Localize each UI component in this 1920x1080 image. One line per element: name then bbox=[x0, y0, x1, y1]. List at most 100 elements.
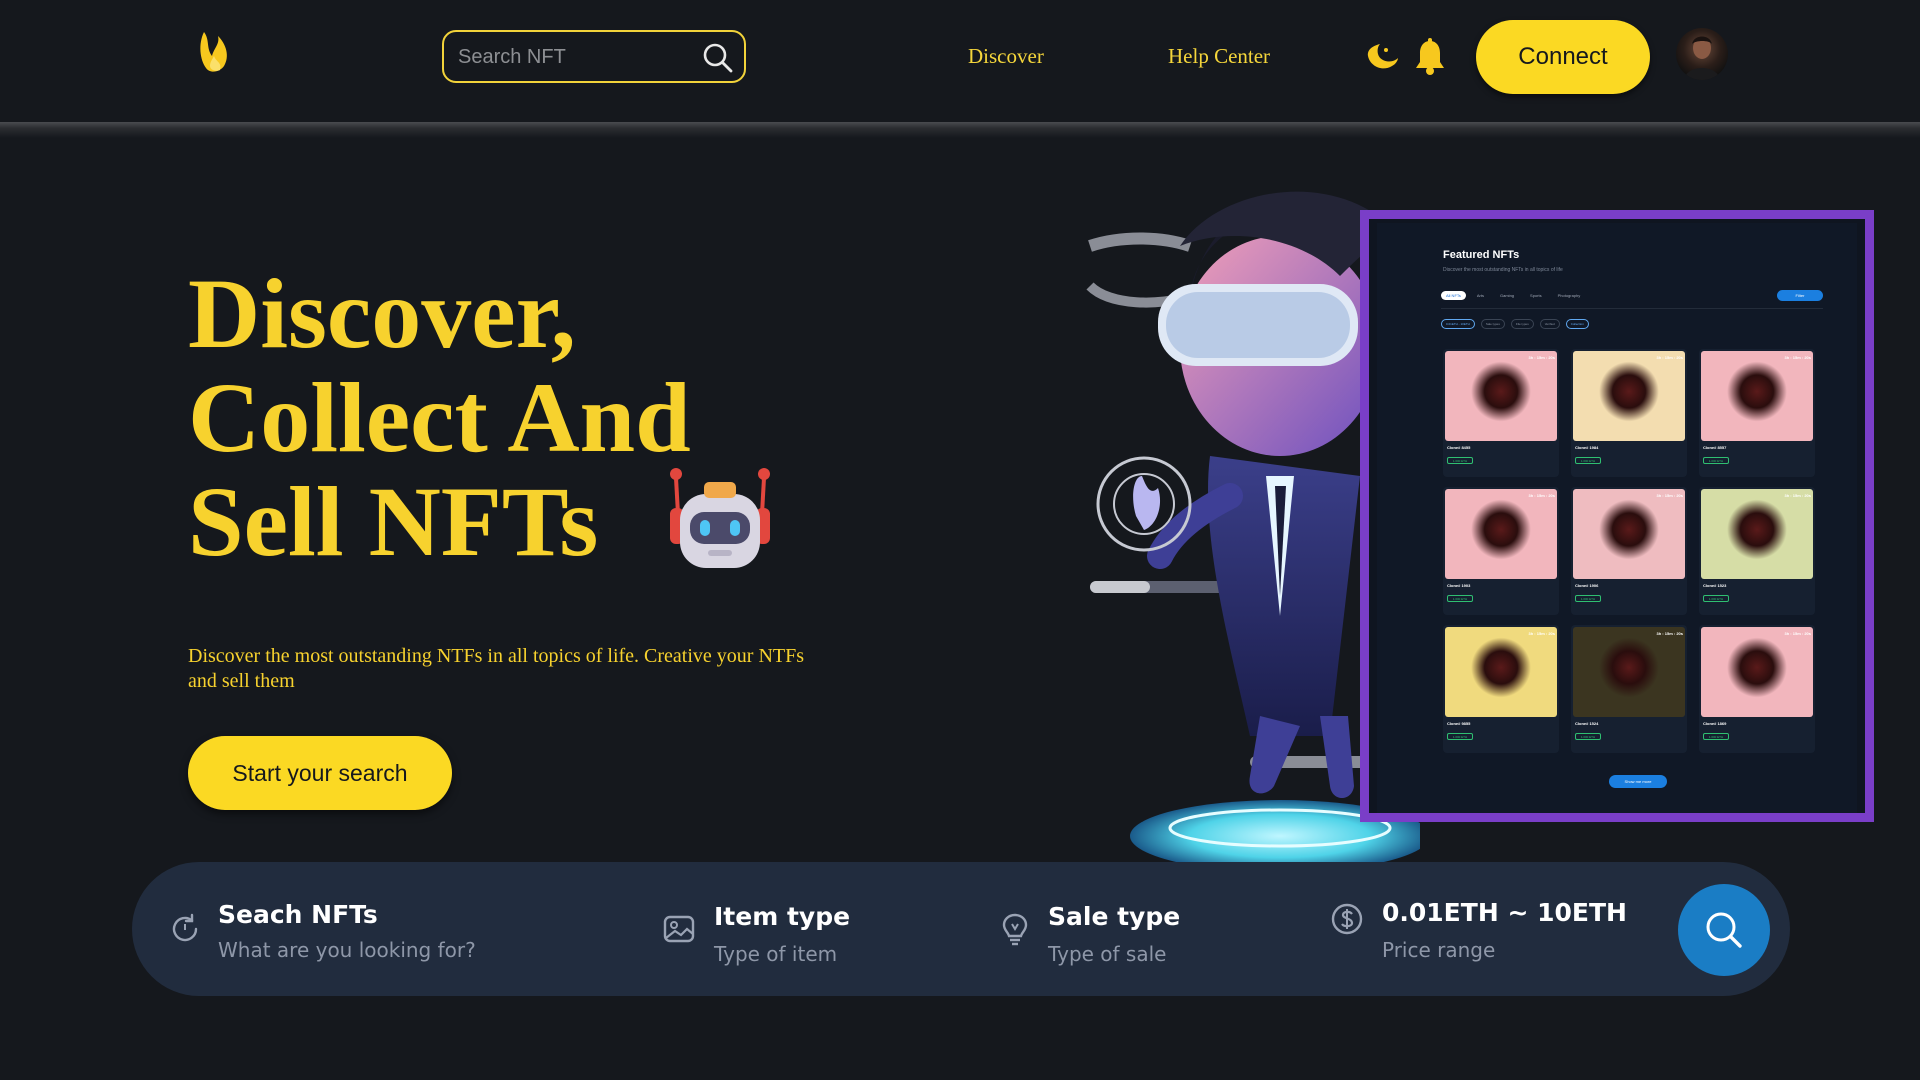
nft-name: Clone# 9855 bbox=[1447, 721, 1471, 726]
nft-name: Clone# 8557 bbox=[1703, 445, 1727, 450]
preview-tab-arts[interactable]: Arts bbox=[1472, 291, 1489, 300]
preview-tab-gaming[interactable]: Gaming bbox=[1495, 291, 1519, 300]
preview-chip-price[interactable]: 0.01ETH - 10ETH bbox=[1441, 319, 1475, 329]
search-icon bbox=[1706, 912, 1742, 948]
preview-title: Featured NFTs bbox=[1443, 249, 1520, 261]
refresh-icon bbox=[172, 913, 198, 942]
nft-countdown: 3h : 15m : 20s bbox=[1784, 355, 1811, 360]
search-nfts-field[interactable]: Seach NFTs What are you looking for? bbox=[168, 862, 608, 996]
preview-nft-card[interactable]: 3h : 15m : 20s Clone# 1906 1.000 ETH bbox=[1571, 487, 1687, 615]
preview-chip-sale[interactable]: Sale types bbox=[1480, 319, 1505, 329]
nft-price: 1.000 ETH bbox=[1575, 457, 1601, 464]
robot-emoji-icon bbox=[670, 468, 770, 568]
nft-price: 1.000 ETH bbox=[1703, 595, 1729, 602]
nft-countdown: 3h : 15m : 20s bbox=[1784, 493, 1811, 498]
preview-nft-grid: 3h : 15m : 20s Clone# 8455 1.000 ETH 3h : 1… bbox=[1443, 349, 1823, 753]
nft-countdown: 3h : 15m : 20s bbox=[1528, 355, 1555, 360]
nft-name: Clone# 1903 bbox=[1447, 583, 1471, 588]
nav-search-box bbox=[442, 30, 746, 83]
search-nfts-hint: What are you looking for? bbox=[218, 938, 476, 962]
nft-name: Clone# 1984 bbox=[1575, 445, 1599, 450]
preview-divider bbox=[1441, 308, 1823, 309]
preview-page: Featured NFTs Discover the most outstand… bbox=[1377, 223, 1857, 813]
preview-filter-button[interactable]: Filter bbox=[1777, 290, 1823, 301]
nft-name: Clone# 1524 bbox=[1575, 721, 1599, 726]
navbar-shadow bbox=[0, 122, 1920, 138]
nft-price: 1.000 ETH bbox=[1703, 733, 1729, 740]
connect-button[interactable]: Connect bbox=[1476, 20, 1650, 94]
image-icon bbox=[663, 915, 695, 943]
search-nfts-label: Seach NFTs bbox=[218, 900, 378, 929]
preview-show-more-button[interactable]: Show me more bbox=[1609, 775, 1667, 788]
item-type-label: Item type bbox=[714, 902, 851, 931]
nft-price: 1.000 ETH bbox=[1447, 733, 1473, 740]
sale-type-hint: Type of sale bbox=[1048, 942, 1167, 966]
nft-image bbox=[1445, 351, 1557, 441]
preview-subtitle: Discover the most outstanding NFTs in al… bbox=[1443, 267, 1563, 273]
price-range-field[interactable]: 0.01ETH ~ 10ETH Price range bbox=[1330, 862, 1670, 996]
nft-name: Clone# 1869 bbox=[1703, 721, 1727, 726]
price-range-label: 0.01ETH ~ 10ETH bbox=[1382, 898, 1627, 927]
start-search-button[interactable]: Start your search bbox=[188, 736, 452, 810]
nft-countdown: 3h : 15m : 20s bbox=[1656, 355, 1683, 360]
preview-nft-card[interactable]: 3h : 15m : 20s Clone# 1523 1.000 ETH bbox=[1699, 487, 1815, 615]
preview-chip-verified[interactable]: Verified bbox=[1539, 319, 1560, 329]
nft-countdown: 3h : 15m : 20s bbox=[1528, 493, 1555, 498]
nft-price: 1.000 ETH bbox=[1575, 733, 1601, 740]
nft-image bbox=[1701, 351, 1813, 441]
hero-title-line-2: Collect And bbox=[188, 362, 691, 473]
flame-logo-icon[interactable] bbox=[196, 26, 236, 76]
nft-countdown: 3h : 15m : 20s bbox=[1656, 631, 1683, 636]
nft-price: 1.000 ETH bbox=[1575, 595, 1601, 602]
nft-name: Clone# 1906 bbox=[1575, 583, 1599, 588]
preview-nft-card[interactable]: 3h : 15m : 20s Clone# 1524 1.000 ETH bbox=[1571, 625, 1687, 753]
nft-image bbox=[1573, 351, 1685, 441]
preview-nft-card[interactable]: 3h : 15m : 20s Clone# 1903 1.000 ETH bbox=[1443, 487, 1559, 615]
nft-image bbox=[1445, 489, 1557, 579]
preview-filter-chips: 0.01ETH - 10ETH Sale types File types Ve… bbox=[1441, 319, 1589, 329]
nft-image bbox=[1573, 489, 1685, 579]
bell-icon[interactable] bbox=[1414, 38, 1446, 76]
panel-search-button[interactable] bbox=[1678, 884, 1770, 976]
hero-description: Discover the most outstanding NTFs in al… bbox=[188, 645, 805, 692]
preview-chip-file[interactable]: File types bbox=[1510, 319, 1534, 329]
nft-image bbox=[1701, 627, 1813, 717]
nav-search-input[interactable] bbox=[458, 42, 688, 72]
nft-price: 1.000 ETH bbox=[1447, 457, 1473, 464]
preview-tab-all[interactable]: All NFTs bbox=[1441, 291, 1466, 300]
preview-tabs: All NFTs Arts Gaming Sports Photography bbox=[1441, 291, 1585, 300]
item-type-field[interactable]: Item type Type of item bbox=[662, 862, 962, 996]
search-filter-panel: Seach NFTs What are you looking for? Ite… bbox=[132, 862, 1790, 996]
preview-nft-card[interactable]: 3h : 15m : 20s Clone# 8557 1.000 ETH bbox=[1699, 349, 1815, 477]
nav-link-discover[interactable]: Discover bbox=[968, 44, 1044, 69]
search-icon[interactable] bbox=[702, 42, 734, 74]
featured-nfts-preview[interactable]: Featured NFTs Discover the most outstand… bbox=[1360, 210, 1874, 822]
item-type-hint: Type of item bbox=[714, 942, 838, 966]
dollar-icon bbox=[1331, 903, 1363, 935]
nft-name: Clone# 8455 bbox=[1447, 445, 1471, 450]
preview-nft-card[interactable]: 3h : 15m : 20s Clone# 1984 1.000 ETH bbox=[1571, 349, 1687, 477]
sale-type-field[interactable]: Sale type Type of sale bbox=[998, 862, 1298, 996]
nft-price: 1.000 ETH bbox=[1447, 595, 1473, 602]
user-avatar[interactable] bbox=[1676, 28, 1728, 80]
preview-nft-card[interactable]: 3h : 15m : 20s Clone# 9855 1.000 ETH bbox=[1443, 625, 1559, 753]
nft-countdown: 3h : 15m : 20s bbox=[1528, 631, 1555, 636]
nft-image bbox=[1573, 627, 1685, 717]
hero-title-line-1: Discover, bbox=[188, 258, 576, 369]
top-navbar: Discover Help Center Connect bbox=[0, 0, 1920, 124]
nft-image bbox=[1445, 627, 1557, 717]
nav-link-help-center[interactable]: Help Center bbox=[1168, 44, 1270, 69]
nft-countdown: 3h : 15m : 20s bbox=[1656, 493, 1683, 498]
sale-type-label: Sale type bbox=[1048, 902, 1181, 931]
preview-chip-collection[interactable]: Collection bbox=[1565, 319, 1589, 329]
preview-nft-card[interactable]: 3h : 15m : 20s Clone# 8455 1.000 ETH bbox=[1443, 349, 1559, 477]
moon-icon[interactable] bbox=[1364, 40, 1400, 74]
nft-name: Clone# 1523 bbox=[1703, 583, 1727, 588]
nft-price: 1.000 ETH bbox=[1703, 457, 1729, 464]
bulb-icon bbox=[1002, 913, 1028, 946]
preview-tab-sports[interactable]: Sports bbox=[1525, 291, 1547, 300]
nft-countdown: 3h : 15m : 20s bbox=[1784, 631, 1811, 636]
preview-nft-card[interactable]: 3h : 15m : 20s Clone# 1869 1.000 ETH bbox=[1699, 625, 1815, 753]
preview-tab-photography[interactable]: Photography bbox=[1553, 291, 1586, 300]
nft-image bbox=[1701, 489, 1813, 579]
